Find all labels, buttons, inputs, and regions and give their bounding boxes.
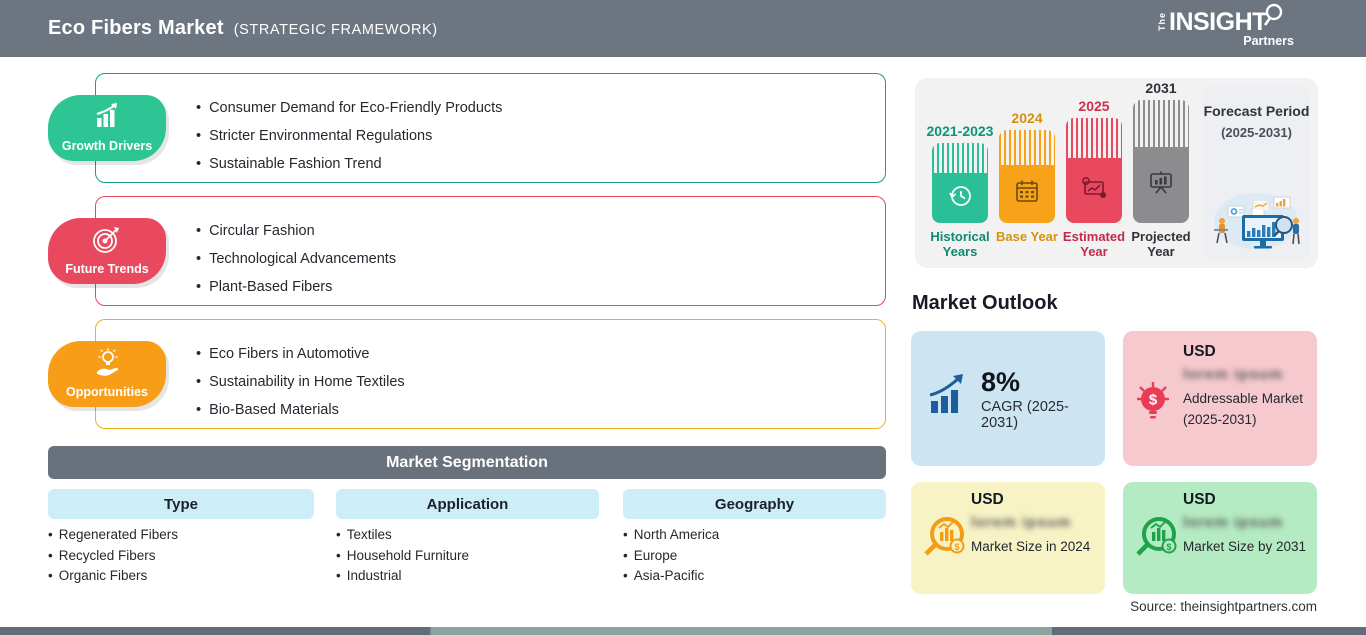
addressable-market-card: $ USD lorem ipsum Addressable Market (20… bbox=[1123, 331, 1317, 466]
magnifier-chart-icon: $ bbox=[919, 482, 971, 594]
list-item: Recycled Fibers bbox=[48, 546, 178, 567]
badge-label: Opportunities bbox=[66, 385, 148, 399]
badge-label: Growth Drivers bbox=[61, 139, 153, 153]
timeline-year: 2031 bbox=[1145, 80, 1177, 96]
timeline-caption: Projected Year bbox=[1131, 229, 1191, 259]
timeline-bar-historical bbox=[932, 143, 988, 223]
svg-text:$: $ bbox=[1149, 391, 1158, 408]
redacted-value: lorem ipsum bbox=[1183, 366, 1284, 383]
forecast-period-panel: Forecast Period (2025-2031) bbox=[1203, 86, 1310, 260]
logo-insight-text: INSIGHT bbox=[1169, 7, 1267, 36]
timeline-year: 2025 bbox=[1078, 98, 1110, 114]
insight-partners-logo: The INSIGHT Partners bbox=[1157, 3, 1308, 51]
timeline-bar-base bbox=[999, 130, 1055, 223]
timeline-bar-estimated bbox=[1066, 118, 1122, 223]
forecast-period-range: (2025-2031) bbox=[1221, 125, 1292, 140]
list-item: Consumer Demand for Eco-Friendly Product… bbox=[196, 94, 885, 122]
infographic-page: Eco Fibers Market (STRATEGIC FRAMEWORK) … bbox=[0, 0, 1366, 635]
growth-drivers-box: Consumer Demand for Eco-Friendly Product… bbox=[95, 73, 886, 183]
analysts-illustration bbox=[1208, 173, 1305, 256]
list-item: North America bbox=[623, 525, 720, 546]
segment-list-application: Textiles Household Furniture Industrial bbox=[336, 525, 469, 587]
growth-chart-icon bbox=[48, 102, 166, 132]
estimate-analysis-icon bbox=[1078, 174, 1110, 207]
future-trends-box: Circular Fashion Technological Advanceme… bbox=[95, 196, 886, 306]
list-item: Eco Fibers in Automotive bbox=[196, 340, 885, 368]
footer-strip bbox=[0, 627, 1366, 635]
list-item: Stricter Environmental Regulations bbox=[196, 122, 885, 150]
cagr-value: 8% bbox=[981, 366, 1021, 397]
currency-label: USD bbox=[971, 491, 1004, 508]
redacted-value: lorem ipsum bbox=[1183, 514, 1284, 531]
page-subtitle: (STRATEGIC FRAMEWORK) bbox=[233, 22, 438, 38]
list-item: Technological Advancements bbox=[196, 245, 885, 273]
card-label: Market Size in 2024 bbox=[971, 539, 1091, 554]
segment-list-geography: North America Europe Asia-Pacific bbox=[623, 525, 720, 587]
growth-bars-icon bbox=[925, 373, 971, 424]
list-item: Sustainable Fashion Trend bbox=[196, 150, 885, 178]
history-clock-icon bbox=[945, 181, 975, 216]
card-label: Market Size by 2031 bbox=[1183, 539, 1307, 554]
header-title-wrap: Eco Fibers Market (STRATEGIC FRAMEWORK) bbox=[48, 17, 438, 40]
list-item: Organic Fibers bbox=[48, 566, 178, 587]
calendar-icon bbox=[1012, 177, 1042, 212]
opportunities-badge: Opportunities bbox=[48, 341, 166, 407]
logo-the-text: The bbox=[1157, 12, 1167, 32]
growth-drivers-badge: Growth Drivers bbox=[48, 95, 166, 161]
list-item: Textiles bbox=[336, 525, 469, 546]
cagr-label: CAGR (2025-2031) bbox=[981, 398, 1069, 431]
opportunities-list: Eco Fibers in Automotive Sustainability … bbox=[96, 320, 885, 424]
magnifier-icon bbox=[1263, 3, 1283, 35]
list-item: Asia-Pacific bbox=[623, 566, 719, 587]
list-item: Household Furniture bbox=[336, 546, 469, 567]
market-size-2031-card: $ USD lorem ipsum Market Size by 2031 bbox=[1123, 482, 1317, 594]
list-item: Industrial bbox=[336, 566, 469, 587]
list-item: Regenerated Fibers bbox=[48, 525, 178, 546]
market-segmentation-title: Market Segmentation bbox=[386, 453, 548, 471]
list-item: Europe bbox=[623, 546, 719, 567]
badge-label: Future Trends bbox=[65, 262, 149, 276]
currency-label: USD bbox=[1183, 343, 1216, 360]
segment-header-geography: Geography bbox=[623, 489, 886, 519]
opportunities-box: Eco Fibers in Automotive Sustainability … bbox=[95, 319, 886, 429]
future-trends-list: Circular Fashion Technological Advanceme… bbox=[96, 197, 885, 301]
logo-partners-text: Partners bbox=[1243, 34, 1294, 48]
research-timeline-card: 2021-2023 2024 2025 2031 Historical Year… bbox=[915, 78, 1318, 268]
market-outlook-title: Market Outlook bbox=[912, 292, 1058, 314]
list-item: Circular Fashion bbox=[196, 217, 885, 245]
list-item: Bio-Based Materials bbox=[196, 396, 885, 424]
market-segmentation-bar: Market Segmentation bbox=[48, 446, 886, 479]
svg-text:$: $ bbox=[1166, 542, 1171, 552]
bulb-dollar-icon: $ bbox=[1127, 331, 1179, 466]
magnifier-chart-icon: $ bbox=[1131, 482, 1183, 594]
future-trends-badge: Future Trends bbox=[48, 218, 166, 284]
target-icon bbox=[48, 225, 166, 257]
redacted-value: lorem ipsum bbox=[971, 514, 1072, 531]
projection-board-icon bbox=[1146, 167, 1176, 202]
forecast-period-label: Forecast Period bbox=[1203, 103, 1310, 119]
cagr-card: 8% CAGR (2025-2031) bbox=[911, 331, 1105, 466]
header-bar: Eco Fibers Market (STRATEGIC FRAMEWORK) … bbox=[0, 0, 1366, 57]
currency-label: USD bbox=[1183, 491, 1216, 508]
list-item: Sustainability in Home Textiles bbox=[196, 368, 885, 396]
list-item: Plant-Based Fibers bbox=[196, 273, 885, 301]
source-attribution: Source: theinsightpartners.com bbox=[1130, 599, 1317, 614]
segment-header-type: Type bbox=[48, 489, 314, 519]
page-title: Eco Fibers Market bbox=[48, 17, 224, 39]
card-label: Addressable Market (2025-2031) bbox=[1183, 391, 1304, 427]
idea-hand-icon bbox=[48, 348, 166, 380]
growth-drivers-list: Consumer Demand for Eco-Friendly Product… bbox=[96, 74, 885, 178]
timeline-bar-projected bbox=[1133, 100, 1189, 223]
svg-text:$: $ bbox=[954, 542, 959, 552]
segment-list-type: Regenerated Fibers Recycled Fibers Organ… bbox=[48, 525, 178, 587]
segment-header-application: Application bbox=[336, 489, 599, 519]
market-size-2024-card: $ USD lorem ipsum Market Size in 2024 bbox=[911, 482, 1105, 594]
